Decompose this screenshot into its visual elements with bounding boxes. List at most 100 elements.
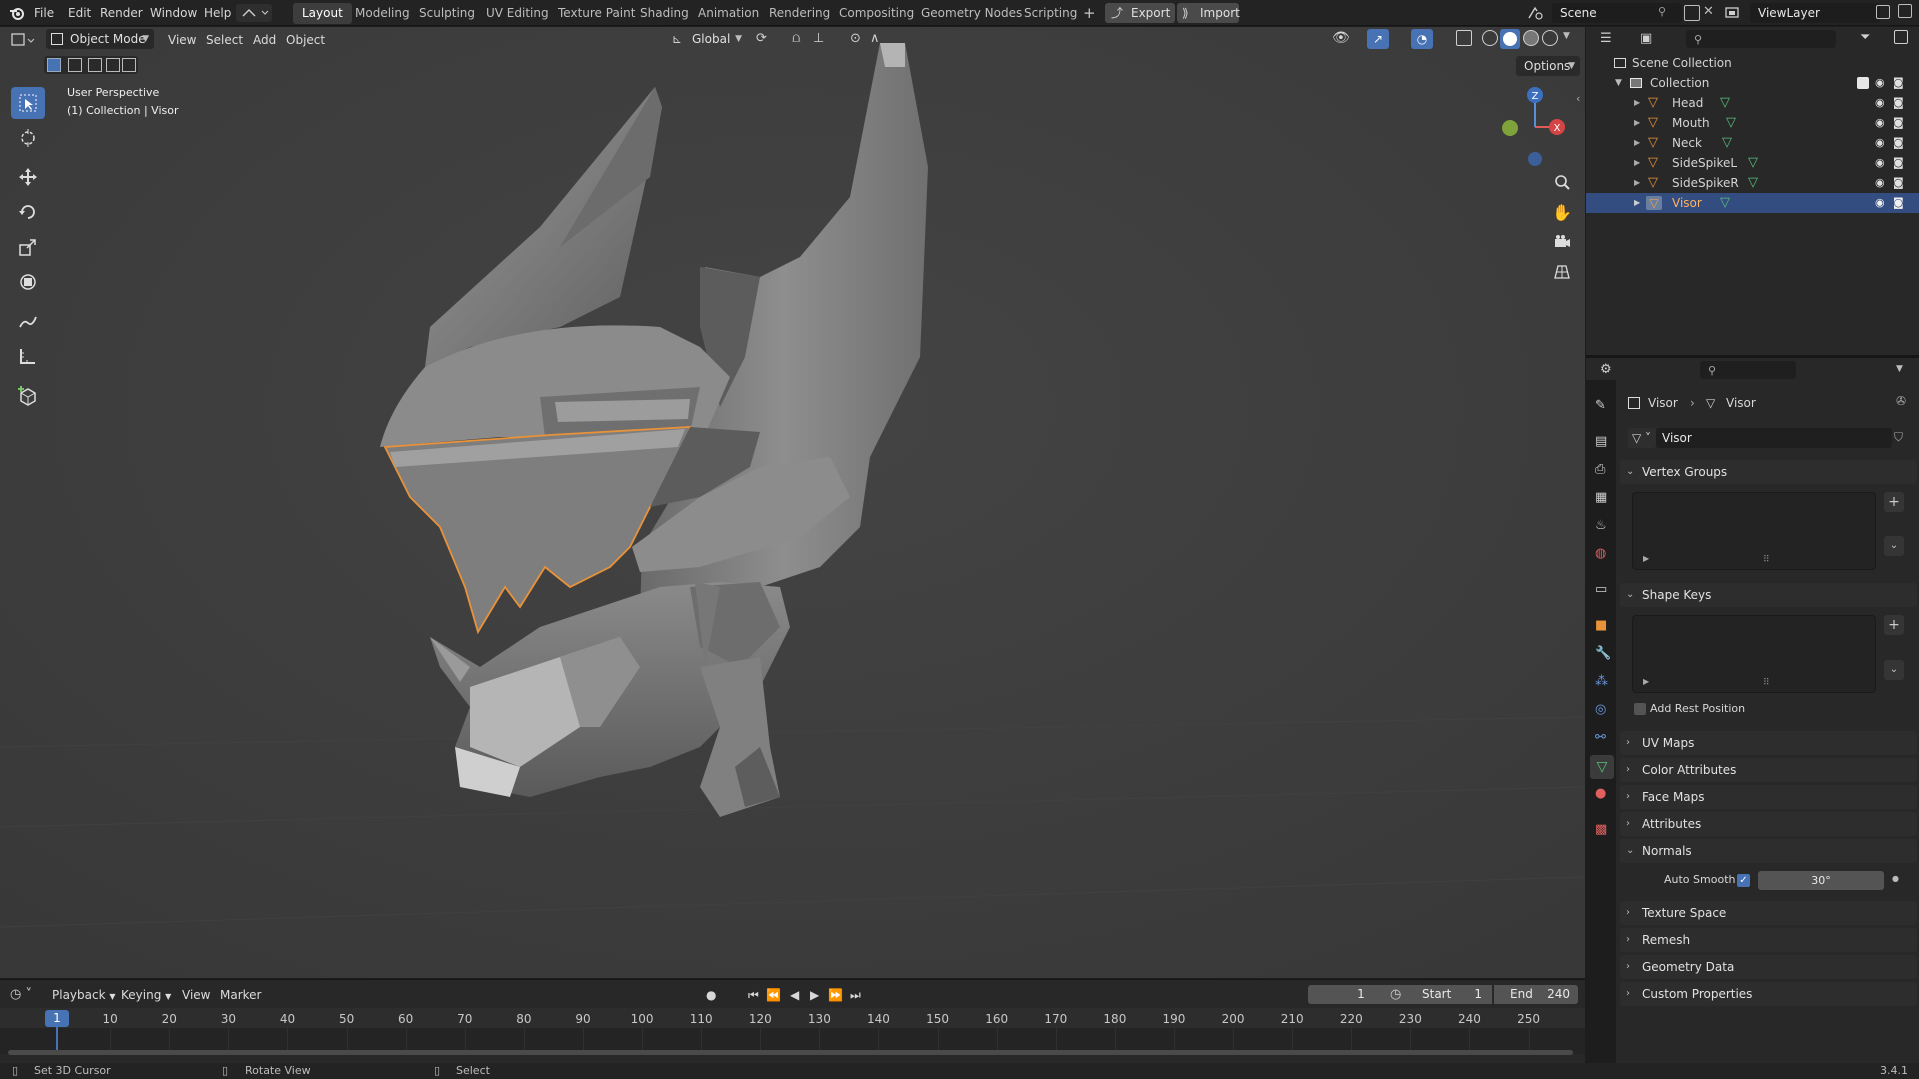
panel-geometry-data[interactable]: › Geometry Data <box>1620 955 1917 979</box>
properties-search-input[interactable]: ⚲ <box>1700 361 1796 379</box>
object-tab-icon[interactable]: ■ <box>1595 618 1607 633</box>
mesh-data-tab-icon[interactable]: ▽ <box>1590 755 1614 779</box>
tab-layout[interactable]: Layout <box>293 3 352 24</box>
scene-tab-icon[interactable]: ♨ <box>1595 518 1607 533</box>
auto-smooth-checkbox[interactable]: ✓ <box>1737 874 1750 887</box>
outliner-row-scene-collection[interactable]: Scene Collection <box>1586 53 1919 73</box>
panel-uv-maps[interactable]: › UV Maps <box>1620 731 1917 755</box>
pan-hand-icon[interactable]: ✋ <box>1548 198 1576 226</box>
outliner-row-visor[interactable]: ▶ ▽ Visor ▽ ◉ ◙ <box>1586 193 1919 213</box>
outliner-editor-type-icon[interactable]: ☰ <box>1600 31 1612 46</box>
outliner-row-collection[interactable]: ▼ Collection ◉ ◙ <box>1586 73 1919 93</box>
expand-arrow-icon[interactable]: ▶ <box>1634 113 1640 133</box>
render-tab-icon[interactable]: ▤ <box>1595 434 1607 449</box>
add-cube-tool-icon[interactable] <box>11 380 45 412</box>
tab-compositing[interactable]: Compositing <box>830 3 923 24</box>
panel-attributes[interactable]: › Attributes <box>1620 812 1917 836</box>
list-expand-icon[interactable]: ▶ <box>1643 554 1649 563</box>
camera-icon[interactable]: ◙ <box>1893 153 1904 173</box>
select-subtract-icon[interactable] <box>88 58 102 72</box>
expand-arrow-icon[interactable]: ▼ <box>1615 73 1622 93</box>
outliner-row-sidespiker[interactable]: ▶ ▽ SideSpikeR ▽ ◉ ◙ <box>1586 173 1919 193</box>
select-box-tool-icon[interactable] <box>11 87 45 119</box>
scale-tool-icon[interactable] <box>11 231 45 263</box>
delete-scene-icon[interactable]: ✕ <box>1703 4 1714 19</box>
play-icon[interactable]: ▶ <box>810 988 819 1002</box>
move-tool-icon[interactable] <box>11 161 45 193</box>
menu-help[interactable]: Help <box>204 4 231 22</box>
filter-icon[interactable]: ⏷ <box>1860 30 1870 45</box>
jump-start-icon[interactable]: ⏮ <box>748 988 759 1003</box>
view-layer-tab-icon[interactable]: ▦ <box>1595 490 1607 505</box>
select-invert-icon[interactable] <box>106 58 120 72</box>
scene-icon[interactable] <box>1527 5 1545 21</box>
rotate-tool-icon[interactable] <box>11 196 45 228</box>
camera-icon[interactable]: ◙ <box>1893 133 1904 153</box>
add-rest-position-checkbox[interactable] <box>1634 703 1646 715</box>
tab-modeling[interactable]: Modeling <box>346 3 419 24</box>
new-scene-icon[interactable] <box>1684 5 1700 21</box>
camera-view-icon[interactable] <box>1548 228 1576 256</box>
eye-icon[interactable]: ◉ <box>1875 193 1885 213</box>
panel-custom-properties[interactable]: › Custom Properties <box>1620 982 1917 1006</box>
panel-texture-space[interactable]: › Texture Space <box>1620 901 1917 925</box>
falloff-icon[interactable]: ∧ <box>870 31 880 46</box>
3d-viewport[interactable] <box>0 27 1585 978</box>
outliner-search-input[interactable]: ⚲ <box>1686 30 1836 48</box>
outliner-row-head[interactable]: ▶ ▽ Head ▽ ◉ ◙ <box>1586 93 1919 113</box>
expand-arrow-icon[interactable]: ▶ <box>1634 93 1640 113</box>
new-view-layer-icon[interactable] <box>1876 5 1890 19</box>
menu-edit[interactable]: Edit <box>68 4 91 22</box>
options-dropdown[interactable]: Options ▼ <box>1516 56 1580 76</box>
outliner-display-mode-icon[interactable]: ▣ <box>1640 31 1652 46</box>
outliner-row-mouth[interactable]: ▶ ▽ Mouth ▽ ◉ ◙ <box>1586 113 1919 133</box>
shape-keys-list[interactable]: ▶ ⠿ <box>1632 615 1876 693</box>
import-button[interactable]: ⟫ Import <box>1177 3 1240 23</box>
texture-tab-icon[interactable]: ▩ <box>1595 822 1607 837</box>
shading-solid-icon[interactable] <box>1500 29 1520 49</box>
collection-tab-icon[interactable]: ▭ <box>1595 582 1607 597</box>
tab-scripting[interactable]: Scripting <box>1015 3 1086 24</box>
panel-color-attributes[interactable]: › Color Attributes <box>1620 758 1917 782</box>
play-reverse-icon[interactable]: ◀ <box>790 988 799 1002</box>
snap-icon[interactable]: ⩍ <box>792 31 800 46</box>
navigation-gizmo[interactable]: Z X <box>1495 85 1570 170</box>
select-new-icon[interactable] <box>47 58 61 72</box>
constraints-tab-icon[interactable]: ⚯ <box>1595 730 1606 745</box>
auto-smooth-angle-field[interactable]: 30° <box>1758 871 1884 890</box>
proportional-edit-icon[interactable]: ⊙ <box>850 31 861 46</box>
mesh-browse-button[interactable]: ▽ ˅ <box>1628 428 1656 448</box>
output-tab-icon[interactable]: ⎙ <box>1595 462 1605 477</box>
pivot-icon[interactable]: ⟳ <box>756 31 767 46</box>
menu-window[interactable]: Window <box>150 4 197 22</box>
cursor-tool-icon[interactable] <box>11 122 45 154</box>
add-workspace-icon[interactable]: + <box>1083 5 1096 21</box>
zoom-icon[interactable] <box>1548 168 1576 196</box>
eye-icon[interactable]: ◉ <box>1875 93 1885 113</box>
world-tab-icon[interactable]: ◍ <box>1595 546 1606 561</box>
eye-icon[interactable]: ◉ <box>1875 113 1885 133</box>
gizmo-toggle-icon[interactable]: ↗ <box>1367 29 1389 49</box>
scene-pin-icon[interactable]: ⚲ <box>1658 5 1666 18</box>
templates-dropdown[interactable] <box>236 4 272 22</box>
tab-uv-editing[interactable]: UV Editing <box>477 3 558 24</box>
physics-tab-icon[interactable]: ◎ <box>1595 702 1606 717</box>
expand-arrow-icon[interactable]: ▶ <box>1634 193 1640 213</box>
properties-options-icon[interactable]: ▼ <box>1896 364 1903 374</box>
tab-shading[interactable]: Shading <box>631 3 698 24</box>
transform-orientation-dropdown[interactable]: ⊾ Global ▼ <box>668 29 746 49</box>
add-shape-key-button[interactable]: + <box>1884 615 1904 635</box>
tab-rendering[interactable]: Rendering <box>760 3 839 24</box>
tab-animation[interactable]: Animation <box>689 3 768 24</box>
timeline-menu-keying[interactable]: Keying ▼ <box>121 988 171 1002</box>
playhead[interactable]: 1 <box>45 1010 69 1027</box>
select-extend-icon[interactable] <box>68 58 82 72</box>
delete-view-layer-icon[interactable] <box>1898 4 1912 18</box>
camera-icon[interactable]: ◙ <box>1893 173 1904 193</box>
material-tab-icon[interactable]: ● <box>1595 786 1606 801</box>
viewport-menu-add[interactable]: Add <box>253 31 276 49</box>
viewport-menu-select[interactable]: Select <box>206 31 243 49</box>
timeline-scrollbar[interactable] <box>8 1050 1573 1055</box>
eye-icon[interactable]: ◉ <box>1875 153 1885 173</box>
timeline-menu-marker[interactable]: Marker <box>220 988 261 1002</box>
